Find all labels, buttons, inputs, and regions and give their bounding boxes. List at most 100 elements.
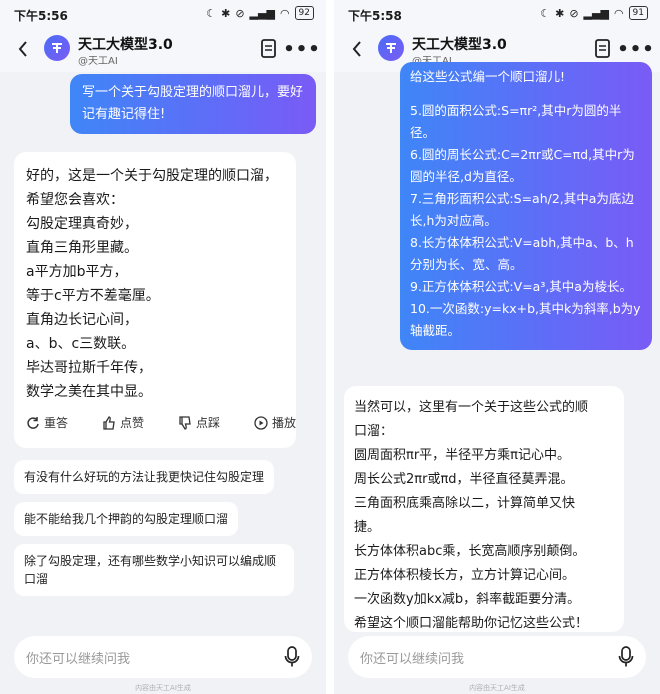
message-input[interactable]: 你还可以继续问我 (14, 636, 312, 678)
status-time: 下午5:58 (348, 9, 402, 23)
ai-response-line: 直角三角形里藏。 (26, 240, 138, 256)
refresh-icon (27, 416, 39, 429)
bluetooth-icon: ✱ (221, 6, 231, 20)
user-message-line: 径。 (410, 125, 436, 140)
retry-label: 重答 (44, 416, 69, 430)
status-bar: 下午5:58 ☾ ✱ ⊘ ▂▄▆ ◠ 91 (334, 0, 660, 28)
dislike-button[interactable]: 点踩 (178, 414, 220, 431)
signal-icon: ▂▄▆ (249, 6, 275, 20)
battery-icon: 92 (294, 6, 314, 20)
user-message-line (410, 88, 642, 100)
play-button[interactable]: 播放 (254, 414, 296, 431)
input-placeholder: 你还可以继续问我 (26, 652, 131, 667)
moon-icon: ☾ (206, 6, 217, 20)
status-bar: 下午5:56 ☾ ✱ ⊘ ▂▄▆ ◠ 92 (0, 0, 326, 28)
ai-response-line: 捷。 (354, 520, 381, 535)
suggestion-chip[interactable]: 有没有什么好玩的方法让我更快记住勾股定理 (14, 460, 275, 494)
ai-response-line: 当然可以，这里有一个关于这些公式的顺 (354, 400, 589, 415)
response-actions: 重答 点赞 点踩 播放 (26, 414, 296, 431)
input-placeholder: 你还可以继续问我 (360, 652, 465, 667)
microphone-icon[interactable] (284, 646, 300, 668)
footnote: 内容由天工AI生成 (469, 684, 525, 692)
suggestion-chip[interactable]: 除了勾股定理，还有哪些数学小知识可以编成顺 口溜 (14, 544, 294, 596)
play-icon (254, 415, 268, 430)
mute-icon: ⊘ (235, 6, 245, 20)
chat-header: 天工大模型3.0 @天工AI ••• (0, 28, 326, 72)
chevron-left-icon (352, 41, 361, 57)
more-button[interactable]: ••• (283, 38, 320, 60)
chevron-left-icon (18, 41, 27, 57)
tiangong-logo-icon (386, 43, 396, 53)
retry-button[interactable]: 重答 (26, 414, 68, 431)
ai-response-line: 周长公式2πr或πd，半径直径莫弄混。 (354, 472, 574, 487)
avatar[interactable] (44, 35, 70, 61)
user-message-line: 给这些公式编一个顺口溜儿! (410, 69, 566, 84)
suggestion-text: 能不能给我几个押韵的勾股定理顺口溜 (24, 512, 229, 526)
ai-response-line: 数学之美在其中显。 (26, 384, 152, 400)
ai-response-line: 口溜： (354, 424, 394, 439)
ai-response-line: 毕达哥拉斯千年传， (26, 360, 152, 376)
ai-response-card: 当然可以，这里有一个关于这些公式的顺 口溜： 圆周面积πr平，半径平方乘π记心中… (344, 386, 624, 632)
user-message-line: 7.三角形面积公式:S=ah/2,其中a为底边 (410, 191, 634, 206)
document-icon (595, 39, 610, 58)
user-message: 写一个关于勾股定理的顺口溜儿，要好 记有趣记得住! (70, 74, 316, 134)
ai-response-line: a、b、c三数联。 (26, 336, 136, 352)
chat-title: 天工大模型3.0 (78, 37, 173, 53)
document-icon (261, 39, 276, 58)
ai-response-line: 直角边长记心间， (26, 312, 138, 328)
moon-icon: ☾ (540, 6, 551, 20)
ai-response-line: 希望您会喜欢： (26, 192, 124, 208)
ai-response-line: 长方体体积abc乘，长宽高顺序别颠倒。 (354, 544, 586, 559)
mute-icon: ⊘ (569, 6, 579, 20)
document-button[interactable] (258, 38, 280, 60)
user-message-line: 5.圆的面积公式:S=πr²,其中r为圆的半 (410, 103, 622, 118)
ai-response-line: a平方加b平方， (26, 264, 128, 280)
back-button[interactable] (346, 36, 368, 62)
user-message-line: 10.一次函数:y=kx+b,其中k为斜率,b为y (410, 301, 641, 316)
user-message-line: 圆的半径,d为直径。 (410, 169, 522, 184)
status-time: 下午5:56 (14, 9, 68, 23)
ai-response-line: 等于c平方不差毫厘。 (26, 288, 160, 304)
dislike-label: 点踩 (195, 416, 220, 430)
ai-response-card: 好的，这是一个关于勾股定理的顺口溜， 希望您会喜欢： 勾股定理真奇妙， 直角三角… (14, 152, 296, 448)
left-screen: 下午5:56 ☾ ✱ ⊘ ▂▄▆ ◠ 92 天工大模型3.0 @天工AI •••… (0, 0, 326, 694)
chat-subtitle: @天工AI (78, 56, 118, 67)
suggestion-chip[interactable]: 能不能给我几个押韵的勾股定理顺口溜 (14, 502, 239, 536)
user-message: 给这些公式编一个顺口溜儿! 5.圆的面积公式:S=πr²,其中r为圆的半 径。 … (400, 62, 652, 350)
document-button[interactable] (592, 38, 614, 60)
user-message-line: 分别为长、宽、高。 (410, 257, 523, 272)
ai-response-line: 三角面积底乘高除以二，计算简单又快 (354, 496, 576, 511)
chat-title: 天工大模型3.0 (412, 37, 507, 53)
ai-response-line: 一次函数y加kx减b，斜率截距要分清。 (354, 592, 581, 607)
tiangong-logo-icon (52, 43, 62, 53)
suggestion-text: 除了勾股定理，还有哪些数学小知识可以编成顺 (24, 554, 277, 568)
thumbs-down-icon (179, 415, 191, 430)
back-button[interactable] (12, 36, 34, 62)
battery-icon: 91 (628, 6, 648, 20)
suggestion-text: 有没有什么好玩的方法让我更快记住勾股定理 (24, 470, 265, 484)
user-message-line: 6.圆的周长公式:C=2πr或C=πd,其中r为 (410, 147, 635, 162)
wifi-icon: ◠ (613, 6, 624, 20)
avatar[interactable] (378, 35, 404, 61)
more-icon: ••• (283, 38, 321, 60)
more-button[interactable]: ••• (617, 38, 654, 60)
user-message-line: 9.正方体体积公式:V=a³,其中a为棱长。 (410, 279, 632, 294)
ai-response-line: 希望这个顺口溜能帮助你记忆这些公式！ (354, 616, 589, 631)
ai-response-line: 勾股定理真奇妙， (26, 216, 138, 232)
user-message-line: 轴截距。 (410, 323, 461, 338)
ai-response-line: 正方体体积棱长方，立方计算记心间。 (354, 568, 576, 583)
ai-response-line: 好的，这是一个关于勾股定理的顺口溜， (26, 168, 278, 184)
more-icon: ••• (617, 38, 655, 60)
thumbs-up-icon (103, 415, 115, 430)
signal-icon: ▂▄▆ (583, 6, 609, 20)
play-label: 播放 (271, 416, 296, 430)
user-message-line: 写一个关于勾股定理的顺口溜儿，要好 (82, 85, 304, 100)
message-input[interactable]: 你还可以继续问我 (348, 636, 646, 678)
wifi-icon: ◠ (279, 6, 290, 20)
like-button[interactable]: 点赞 (102, 414, 144, 431)
microphone-icon[interactable] (618, 646, 634, 668)
right-screen: 下午5:58 ☾ ✱ ⊘ ▂▄▆ ◠ 91 天工大模型3.0 @天工AI •••… (334, 0, 660, 694)
ai-response-line: 圆周面积πr平，半径平方乘π记心中。 (354, 448, 570, 463)
user-message-line: 记有趣记得住! (82, 107, 166, 122)
suggestion-text: 口溜 (24, 572, 49, 586)
